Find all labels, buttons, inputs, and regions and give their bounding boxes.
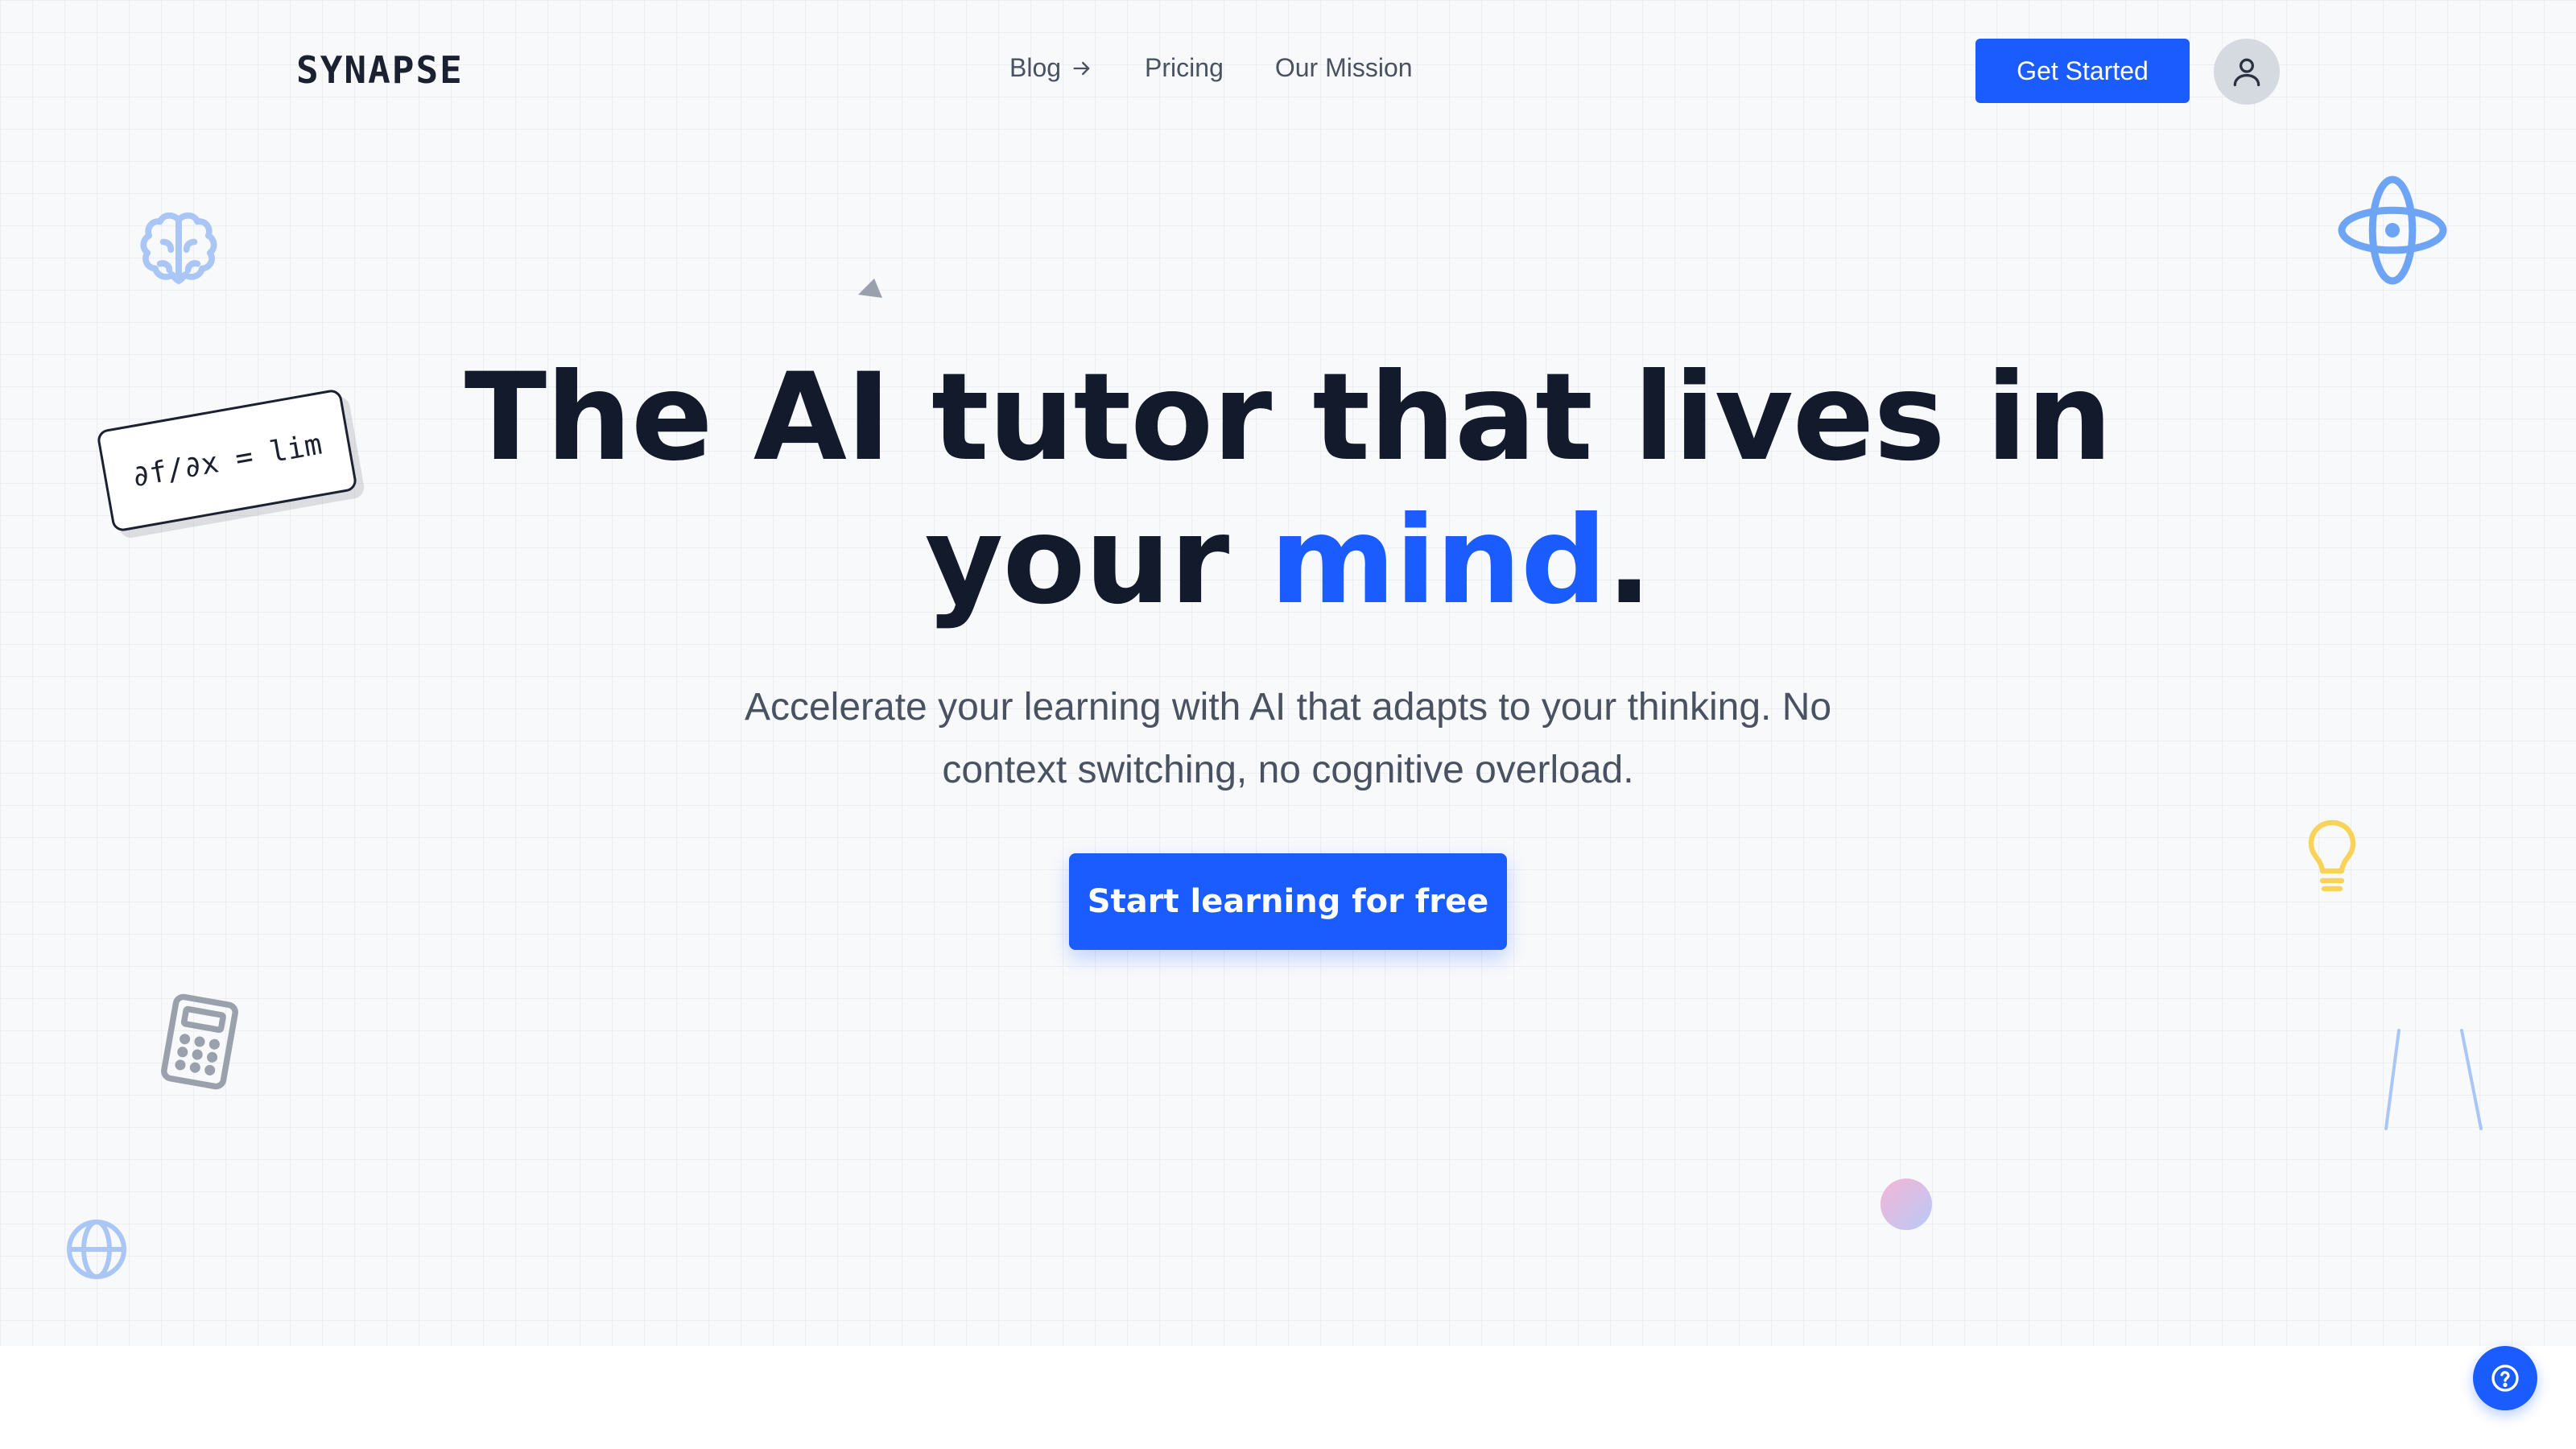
- hero-section: SYNAPSE Blog Pricing Our Mission Get Sta…: [0, 0, 2576, 1346]
- brand-logo[interactable]: SYNAPSE: [296, 48, 464, 92]
- headline-accent-word: mind: [1269, 491, 1607, 631]
- nav-link-pricing[interactable]: Pricing: [1145, 53, 1224, 83]
- headline-suffix: .: [1606, 491, 1652, 631]
- nav-link-blog-label: Blog: [1009, 53, 1062, 82]
- atom-icon: [2338, 175, 2447, 285]
- calculator-icon: [161, 993, 238, 1090]
- start-learning-button[interactable]: Start learning for free: [1069, 853, 1507, 950]
- user-icon: [2233, 58, 2260, 87]
- hero-headline: The AI tutor that lives in your mind.: [0, 346, 2576, 633]
- help-button[interactable]: [2473, 1346, 2537, 1410]
- ruler-lines: [2384, 1029, 2483, 1130]
- user-avatar-button[interactable]: [2214, 39, 2280, 105]
- gradient-dot: [1880, 1179, 1932, 1230]
- main-nav: Blog Pricing Our Mission: [1009, 53, 1413, 83]
- subheadline-line-2: context switching, no cognitive overload…: [942, 749, 1634, 791]
- brain-icon: [140, 212, 217, 284]
- get-started-button[interactable]: Get Started: [1975, 39, 2190, 103]
- nav-link-blog[interactable]: Blog: [1009, 53, 1093, 83]
- nav-link-our-mission[interactable]: Our Mission: [1275, 53, 1413, 83]
- subheadline-line-1: Accelerate your learning with AI that ad…: [744, 686, 1832, 729]
- headline-line-1: The AI tutor that lives in: [464, 348, 2112, 488]
- below-fold-section: [0, 1346, 2576, 1449]
- arrow-right-icon: [1073, 61, 1090, 75]
- headline-line-2-prefix: your: [924, 491, 1270, 631]
- lightbulb-icon: [2308, 819, 2356, 892]
- globe-icon: [67, 1220, 126, 1279]
- hero-subheadline: Accelerate your learning with AI that ad…: [684, 676, 1892, 802]
- question-circle-icon: [2491, 1364, 2519, 1392]
- triangle-icon: [858, 279, 882, 298]
